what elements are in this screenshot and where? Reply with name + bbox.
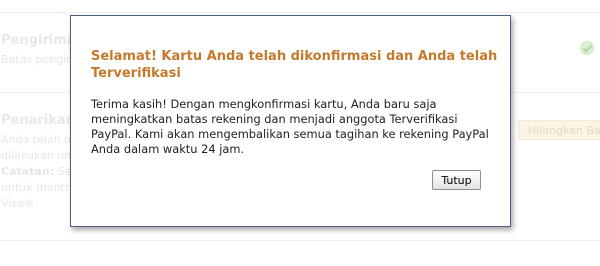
dialog-title: Selamat! Kartu Anda telah dikonfirmasi d… — [91, 49, 498, 81]
confirmation-dialog: Selamat! Kartu Anda telah dikonfirmasi d… — [70, 15, 511, 227]
close-button[interactable]: Tutup — [432, 170, 481, 190]
dialog-message: Terima kasih! Dengan mengkonfirmasi kart… — [91, 97, 489, 156]
